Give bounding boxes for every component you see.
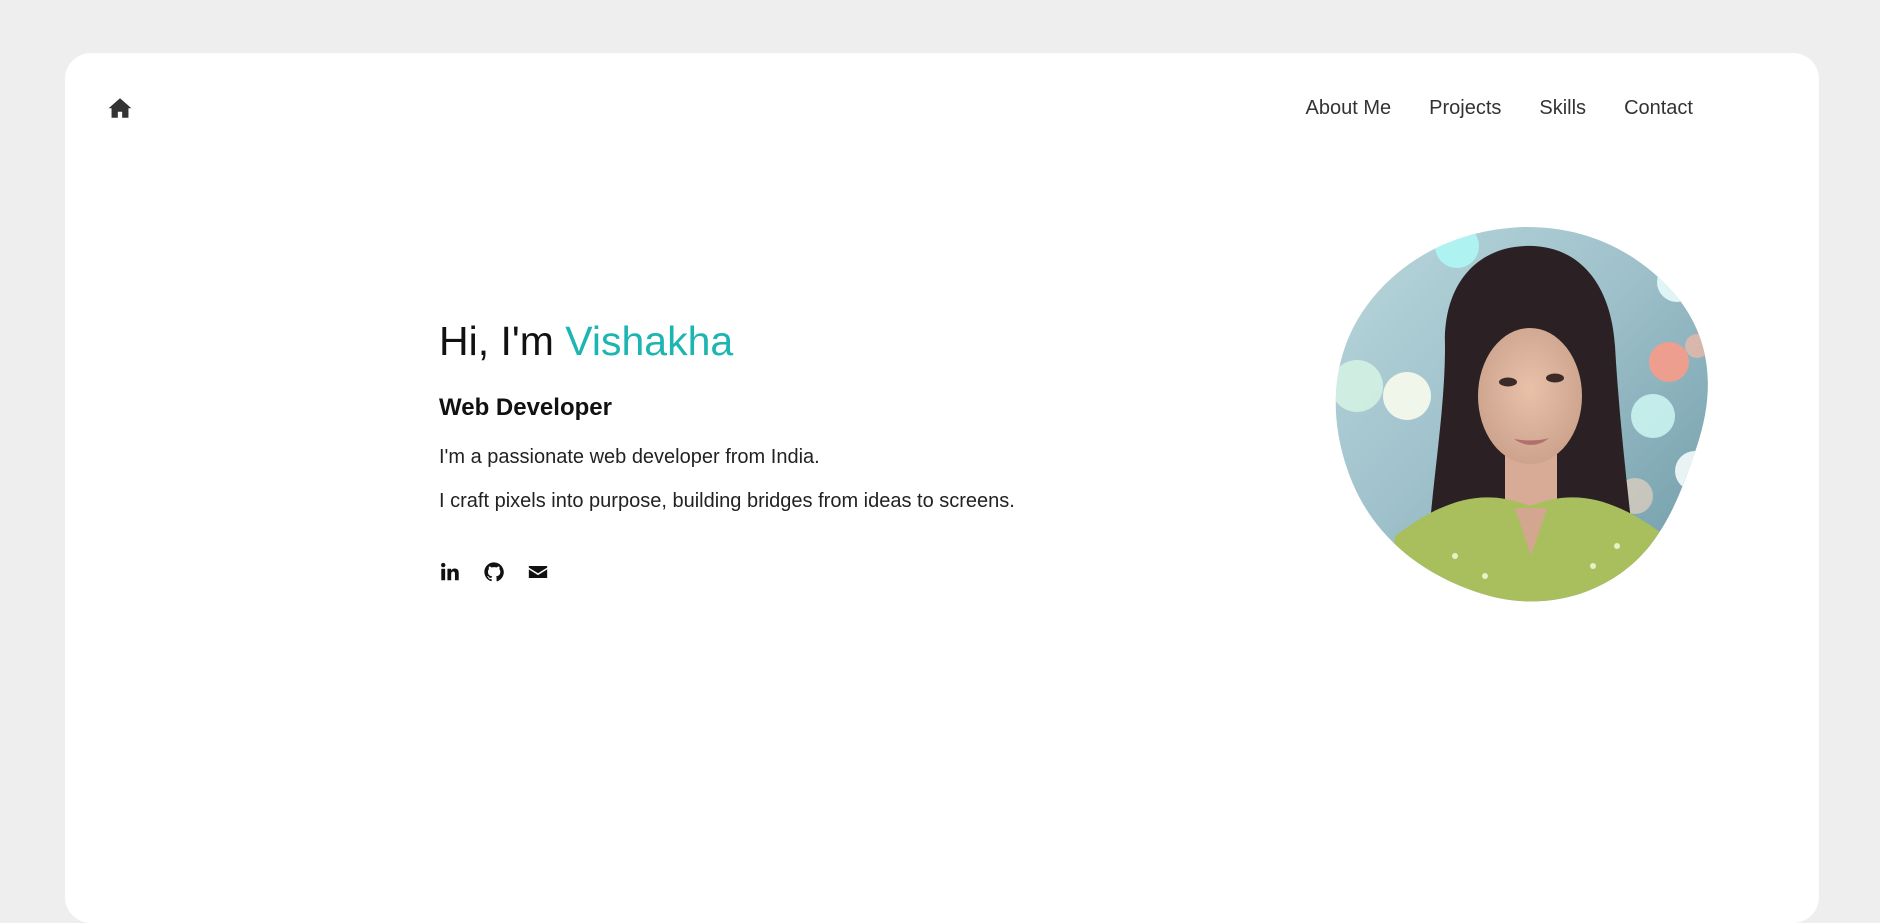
greeting-prefix: Hi, I'm bbox=[439, 318, 566, 364]
tagline: I craft pixels into purpose, building br… bbox=[439, 490, 1015, 512]
nav-contact[interactable]: Contact bbox=[1624, 95, 1693, 121]
intro-line: I'm a passionate web developer from Indi… bbox=[439, 446, 820, 468]
linkedin-icon bbox=[441, 562, 459, 581]
nav-about-me[interactable]: About Me bbox=[1306, 95, 1392, 121]
main-nav: About Me Projects Skills Contact bbox=[1306, 95, 1693, 121]
hero-name: Vishakha bbox=[565, 318, 734, 364]
main-card: About Me Projects Skills Contact Hi, I'm… bbox=[65, 53, 1819, 923]
github-icon bbox=[484, 562, 504, 582]
nav-projects[interactable]: Projects bbox=[1429, 95, 1501, 121]
email-link[interactable] bbox=[527, 561, 549, 583]
linkedin-link[interactable] bbox=[439, 561, 461, 583]
nav-skills[interactable]: Skills bbox=[1539, 95, 1586, 121]
email-icon bbox=[528, 566, 548, 578]
greeting-heading: Hi, I'm Vishakha bbox=[439, 315, 1199, 367]
profile-photo bbox=[1335, 226, 1708, 602]
role-title: Web Developer bbox=[439, 394, 612, 421]
github-link[interactable] bbox=[483, 561, 505, 583]
hero-section: Hi, I'm Vishakha Web Developer I'm a pas… bbox=[439, 315, 1199, 583]
social-links bbox=[439, 561, 1199, 583]
home-link[interactable] bbox=[107, 95, 133, 121]
home-icon bbox=[108, 98, 132, 118]
